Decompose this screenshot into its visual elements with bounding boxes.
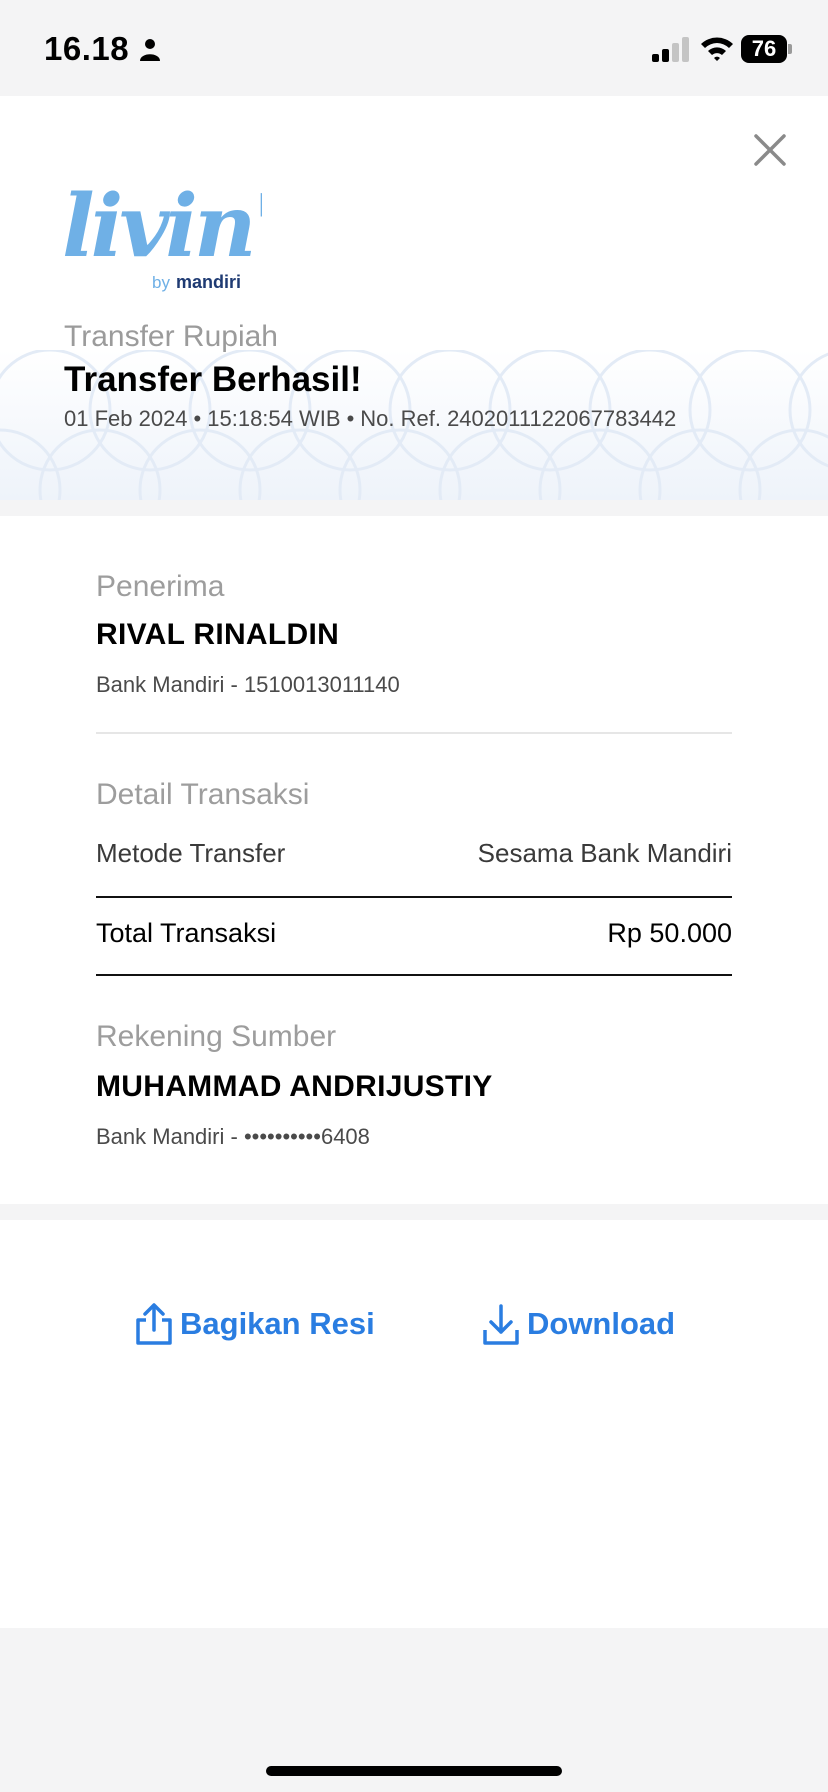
reference-number: No. Ref. 2402011122067783442 [360,406,677,431]
transfer-method-value: Sesama Bank Mandiri [477,838,732,868]
share-icon [136,1303,172,1345]
transfer-type: Transfer Rupiah [64,320,278,353]
source-account-number: Bank Mandiri - ••••••••••6408 [96,1124,370,1149]
action-bar: Bagikan Resi Download [0,1220,828,1628]
transfer-method-row: Metode Transfer Sesama Bank Mandiri [96,838,732,869]
divider [96,732,732,734]
person-icon [140,39,160,61]
total-transaction-label: Total Transaksi [96,918,277,948]
receipt-header: livin' by mandiri Transfer Rupiah Transf… [0,96,828,500]
battery-indicator: 76 [741,35,792,63]
transaction-date: 01 Feb 2024 [64,406,188,431]
separator-dot: • [193,406,202,431]
transfer-method-label: Metode Transfer [96,838,286,868]
download-icon [483,1304,519,1345]
recipient-account: Bank Mandiri - 1510013011140 [96,672,400,697]
total-transaction-row: Total Transaksi Rp 50.000 [96,918,732,949]
download-label: Download [527,1306,676,1341]
logo-by: by [152,273,170,292]
status-time: 16.18 [44,30,130,67]
logo-brand: mandiri [176,272,241,292]
battery-level: 76 [751,36,777,61]
share-receipt-button[interactable]: Bagikan Resi [134,1302,375,1346]
divider [96,974,732,976]
wifi-icon [701,37,733,61]
receipt-details: Penerima RIVAL RINALDIN Bank Mandiri - 1… [0,516,828,1204]
status-bar: 16.18 76 [0,0,828,96]
recipient-name: RIVAL RINALDIN [96,618,340,651]
separator-dot: • [346,406,355,431]
page-title: Transfer Berhasil! [64,360,362,399]
logo-wordmark: livin' [62,184,262,277]
recipient-label: Penerima [96,570,225,603]
share-receipt-label: Bagikan Resi [180,1306,375,1341]
transaction-meta: 01 Feb 2024 • 15:18:54 WIB • No. Ref. 240201… [64,406,676,432]
divider [96,896,732,898]
total-transaction-value: Rp 50.000 [607,918,732,948]
livin-mandiri-logo: livin' by mandiri [62,184,262,292]
source-account-label: Rekening Sumber [96,1020,337,1053]
download-button[interactable]: Download [481,1302,675,1346]
transaction-time: 15:18:54 WIB [207,406,341,431]
cellular-signal-icon [652,37,689,62]
home-indicator[interactable] [266,1766,562,1776]
close-icon[interactable] [750,130,790,170]
source-account-name: MUHAMMAD ANDRIJUSTIY [96,1070,493,1103]
transaction-detail-label: Detail Transaksi [96,778,310,811]
